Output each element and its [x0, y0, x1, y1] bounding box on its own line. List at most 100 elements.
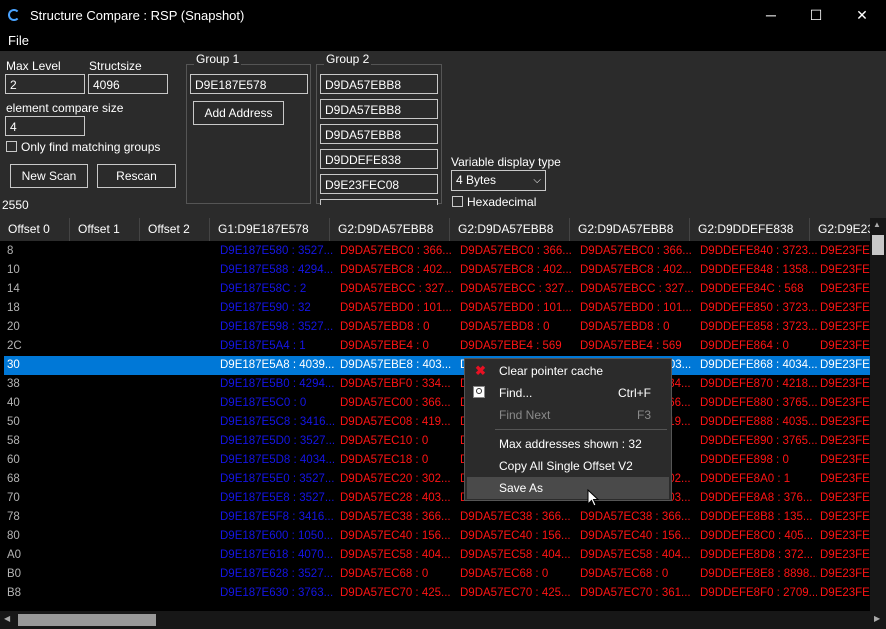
table-cell: D9E23FEC: [820, 321, 877, 333]
table-cell: D9E187E5E0 : 3527...: [220, 473, 335, 485]
table-row[interactable]: 30 D9E187E5A8 : 4039... D9DA57EBE8 : 403..…: [4, 356, 877, 375]
table-cell: D9E23FEC: [820, 473, 877, 485]
table-cell: D9DA57EBC8 : 402...: [460, 264, 572, 276]
table-cell: D9DA57EC40 : 156...: [460, 530, 571, 542]
menu-item-label: Save As: [499, 481, 544, 495]
table-cell: D9E187E5C8 : 3416...: [220, 416, 336, 428]
table-cell: D9E187E618 : 4070...: [220, 549, 334, 561]
table-cell: D9DA57EBD8 : 0: [580, 321, 670, 333]
minimize-button[interactable]: ─: [748, 0, 794, 31]
table-cell: D9E187E590 : 32: [220, 302, 311, 314]
horizontal-scroll-thumb[interactable]: [18, 614, 156, 626]
max-level-input[interactable]: 2: [5, 74, 85, 94]
menu-item-clear-pointer-cache[interactable]: ✖ Clear pointer cache: [467, 360, 669, 382]
table-row[interactable]: 2C D9E187E5A4 : 1 D9DA57EBE4 : 0 D9DA57EBE4…: [4, 337, 877, 356]
group1-address[interactable]: D9E187E578: [190, 74, 308, 94]
table-row[interactable]: A0 D9E187E618 : 4070... D9DA57EC58 : 404..…: [4, 546, 877, 565]
table-cell: D9DA57EBCC : 327...: [460, 283, 574, 295]
table-cell: 2C: [7, 340, 22, 352]
title-bar: Structure Compare : RSP (Snapshot) ─ ☐ ✕: [0, 0, 886, 31]
table-cell: D9E23FEC: [820, 359, 877, 371]
group2-address[interactable]: D9DA57EBB8: [320, 99, 438, 119]
table-cell: D9DA57EC20 : 302...: [340, 473, 451, 485]
only-matching-checkbox[interactable]: [6, 141, 17, 152]
table-row[interactable]: 8 D9E187E580 : 3527... D9DA57EBC0 : 366...…: [4, 242, 877, 261]
column-header[interactable]: G2:D9DA57EBB8: [330, 218, 450, 241]
menu-item-find-next[interactable]: Find Next F3: [467, 404, 669, 426]
compare-size-input[interactable]: 4: [5, 116, 85, 136]
table-row[interactable]: B0 D9E187E628 : 3527... D9DA57EC68 : 0 D9DA…: [4, 565, 877, 584]
column-header[interactable]: G1:D9E187E578: [210, 218, 330, 241]
table-cell: D9DA57EC08 : 419...: [340, 416, 451, 428]
table-row[interactable]: 20 D9E187E598 : 3527... D9DA57EBD8 : 0 D9DA…: [4, 318, 877, 337]
close-button[interactable]: ✕: [839, 0, 885, 31]
display-type-label: Variable display type: [451, 155, 561, 169]
table-row[interactable]: 10 D9E187E588 : 4294... D9DA57EBC8 : 402..…: [4, 261, 877, 280]
find-icon: [473, 386, 485, 398]
table-cell: D9DA57EC68 : 0: [340, 568, 429, 580]
table-cell: D9DA57EC70 : 425...: [340, 587, 451, 599]
menu-item-copy-all[interactable]: Copy All Single Offset V2: [467, 455, 669, 477]
column-header[interactable]: Offset 2: [140, 218, 210, 241]
table-cell: D9DA57EBC0 : 366...: [580, 245, 692, 257]
table-cell: D9DA57EBC0 : 366...: [340, 245, 452, 257]
table-row[interactable]: 70 D9E187E5E8 : 3527... D9DA57EC28 : 403..…: [4, 489, 877, 508]
new-scan-button[interactable]: New Scan: [10, 164, 88, 188]
table-row[interactable]: 58D9E187E5D0 : 3527...D9DA57EC10 : 0D9DA…: [4, 432, 877, 451]
group2-address[interactable]: D9DA57EBB8: [320, 74, 438, 94]
group1-title: Group 1: [194, 52, 242, 66]
vertical-scrollbar[interactable]: [870, 218, 886, 611]
hexadecimal-checkbox[interactable]: [452, 196, 463, 207]
table-cell: D9DDEFE8C0 : 405...: [700, 530, 814, 542]
table-cell: D9DA57EC70 : 361...: [580, 587, 691, 599]
table-cell: D9DDEFE8B8 : 135...: [700, 511, 813, 523]
table-row[interactable]: 78 D9E187E5F8 : 3416... D9DA57EC38 : 366..…: [4, 508, 877, 527]
table-cell: 60: [7, 454, 20, 466]
table-cell: D9DDEFE864 : 0: [700, 340, 789, 352]
table-cell: D9DA57EC28 : 403...: [340, 492, 451, 504]
column-header[interactable]: Offset 1: [70, 218, 140, 241]
group2-address[interactable]: D9E23FEC08: [320, 174, 438, 194]
table-cell: D9E23FEC: [820, 530, 877, 542]
display-type-select[interactable]: 4 Bytes ⌵: [451, 170, 546, 191]
maximize-button[interactable]: ☐: [793, 0, 839, 31]
table-cell: D9DA57EC00 : 366...: [340, 397, 451, 409]
table-row[interactable]: 50 D9E187E5C8 : 3416... D9DA57EC08 : 419..…: [4, 413, 877, 432]
add-address-button[interactable]: Add Address: [193, 101, 284, 125]
table-row[interactable]: 80 D9E187E600 : 1050... D9DA57EC40 : 156..…: [4, 527, 877, 546]
group2-address[interactable]: D9DA57EBB8: [320, 124, 438, 144]
vertical-scroll-thumb[interactable]: [872, 235, 884, 255]
table-row[interactable]: 38 D9E187E5B0 : 4294... D9DA57EBF0 : 334..…: [4, 375, 877, 394]
table-cell: D9DA57EBF0 : 334...: [340, 378, 451, 390]
column-header[interactable]: G2:D9E23F: [810, 218, 870, 241]
table-row[interactable]: B8 D9E187E630 : 3763... D9DA57EC70 : 425..…: [4, 584, 877, 603]
table-cell: D9DA57EBD0 : 101...: [580, 302, 692, 314]
table-row[interactable]: 68 D9E187E5E0 : 3527... D9DA57EC20 : 302..…: [4, 470, 877, 489]
column-header[interactable]: G2:D9DA57EBB8: [450, 218, 570, 241]
menu-item-find[interactable]: Find... Ctrl+F: [467, 382, 669, 404]
table-cell: D9E23FEC: [820, 549, 877, 561]
structsize-input[interactable]: 4096: [88, 74, 168, 94]
table-row[interactable]: 18 D9E187E590 : 32 D9DA57EBD0 : 101... D9DA…: [4, 299, 877, 318]
group2-address[interactable]: D9DDEFE838: [320, 149, 438, 169]
scroll-left-icon[interactable]: ◀: [4, 614, 10, 623]
table-cell: D9E187E5A8 : 4039...: [220, 359, 335, 371]
scroll-right-icon[interactable]: ▶: [874, 614, 880, 623]
table-row[interactable]: 40D9E187E5C0 : 0D9DA57EC00 : 366...D9DA5…: [4, 394, 877, 413]
table-row[interactable]: 14 D9E187E58C : 2 D9DA57EBCC : 327... D9DA5…: [4, 280, 877, 299]
group2-address-partial[interactable]: [320, 199, 438, 205]
column-header[interactable]: Offset 0: [0, 218, 70, 241]
table-row[interactable]: 60D9E187E5D8 : 4034...D9DA57EC18 : 0D9DA…: [4, 451, 877, 470]
rescan-button[interactable]: Rescan: [97, 164, 176, 188]
scroll-up-icon[interactable]: ▲: [873, 220, 881, 229]
table-cell: D9DDEFE868 : 4034...: [700, 359, 817, 371]
table-cell: D9E187E5F8 : 3416...: [220, 511, 334, 523]
table-cell: D9E187E5D0 : 3527...: [220, 435, 336, 447]
compare-size-label: element compare size: [6, 101, 124, 115]
column-header[interactable]: G2:D9DA57EBB8: [570, 218, 690, 241]
column-header[interactable]: G2:D9DDEFE838: [690, 218, 810, 241]
menu-file[interactable]: File: [8, 33, 29, 48]
menu-item-max-addresses[interactable]: Max addresses shown : 32: [467, 433, 669, 455]
menu-item-save-as[interactable]: Save As: [467, 477, 669, 499]
menu-item-shortcut: Ctrl+F: [618, 386, 651, 400]
